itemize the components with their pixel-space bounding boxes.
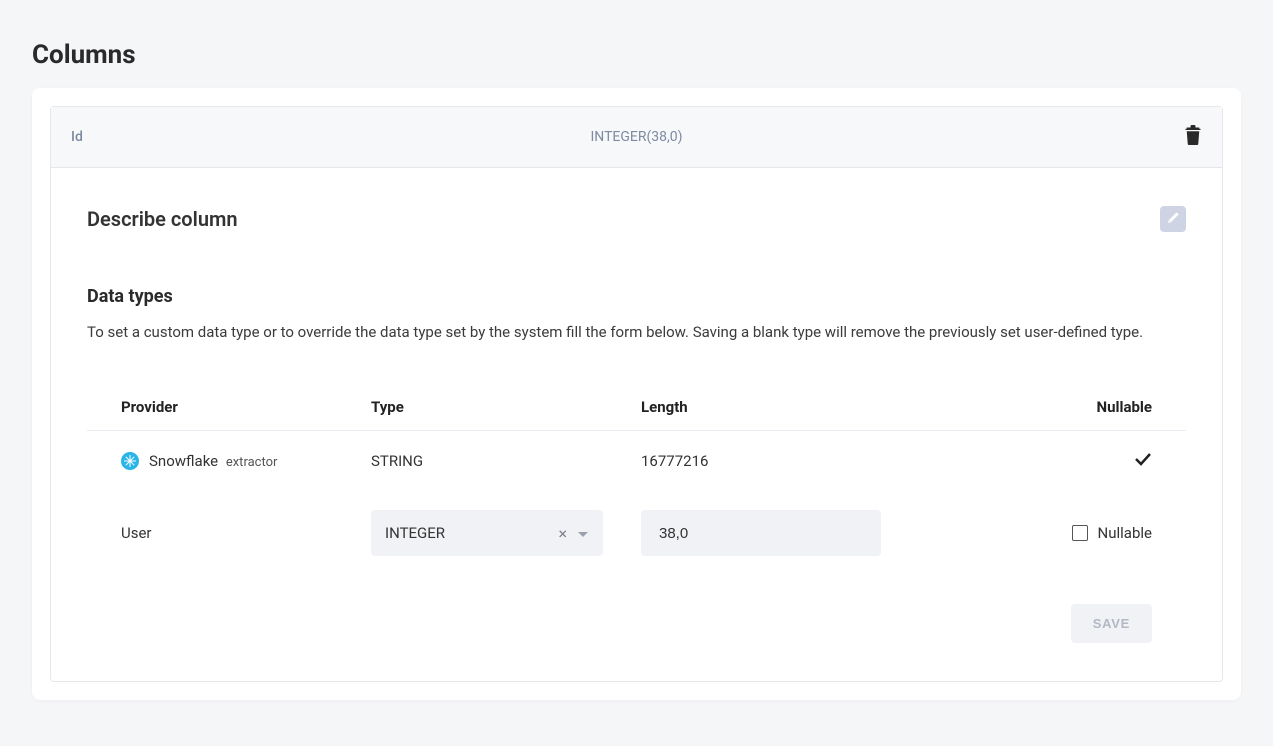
check-icon (1134, 451, 1152, 470)
datatypes-heading: Data types (87, 286, 1186, 307)
nullable-label[interactable]: Nullable (1098, 524, 1152, 542)
data-types-section: Data types To set a custom data type or … (87, 286, 1186, 643)
save-button[interactable]: SAVE (1071, 604, 1152, 643)
type-select[interactable]: INTEGER × (371, 510, 603, 556)
datatypes-table: Provider Type Length Nullable (87, 386, 1186, 643)
datatypes-helptext: To set a custom data type or to override… (87, 321, 1147, 344)
provider-name: Snowflake (149, 452, 218, 470)
chevron-down-icon (577, 524, 589, 543)
system-nullable-cell (1041, 451, 1152, 470)
provider-suffix: extractor (226, 455, 278, 470)
describe-column-row: Describe column (87, 206, 1186, 232)
provider-cell-snowflake: Snowflake extractor (121, 452, 371, 470)
th-nullable: Nullable (1041, 398, 1152, 416)
user-length-cell (641, 510, 1041, 556)
clear-type-icon[interactable]: × (558, 524, 567, 543)
column-datatype-summary: INTEGER(38,0) (590, 129, 682, 145)
describe-heading: Describe column (87, 207, 238, 231)
column-panel: Id INTEGER(38,0) Describe column (50, 106, 1223, 682)
snowflake-icon (121, 452, 139, 470)
columns-card: Id INTEGER(38,0) Describe column (32, 88, 1241, 700)
page-title: Columns (32, 40, 1241, 70)
th-provider: Provider (121, 398, 371, 416)
table-row: User INTEGER × (87, 490, 1186, 576)
system-length-value: 16777216 (641, 452, 1041, 470)
th-length: Length (641, 398, 1041, 416)
user-nullable-cell: Nullable (1041, 524, 1152, 542)
system-type-value: STRING (371, 452, 641, 470)
column-header-row[interactable]: Id INTEGER(38,0) (51, 107, 1222, 168)
type-select-value: INTEGER (385, 524, 445, 542)
user-type-cell: INTEGER × (371, 510, 641, 556)
delete-column-icon[interactable] (1184, 125, 1202, 149)
edit-description-button[interactable] (1160, 206, 1186, 232)
length-input[interactable] (641, 510, 881, 556)
table-header-row: Provider Type Length Nullable (87, 386, 1186, 431)
pencil-icon (1166, 210, 1180, 229)
column-name: Id (71, 129, 590, 145)
th-type: Type (371, 398, 641, 416)
provider-user-label: User (121, 524, 152, 542)
provider-cell-user: User (121, 524, 371, 542)
nullable-checkbox[interactable] (1072, 525, 1088, 541)
save-row: SAVE (87, 576, 1186, 643)
table-row: Snowflake extractor STRING 16777216 (87, 431, 1186, 490)
